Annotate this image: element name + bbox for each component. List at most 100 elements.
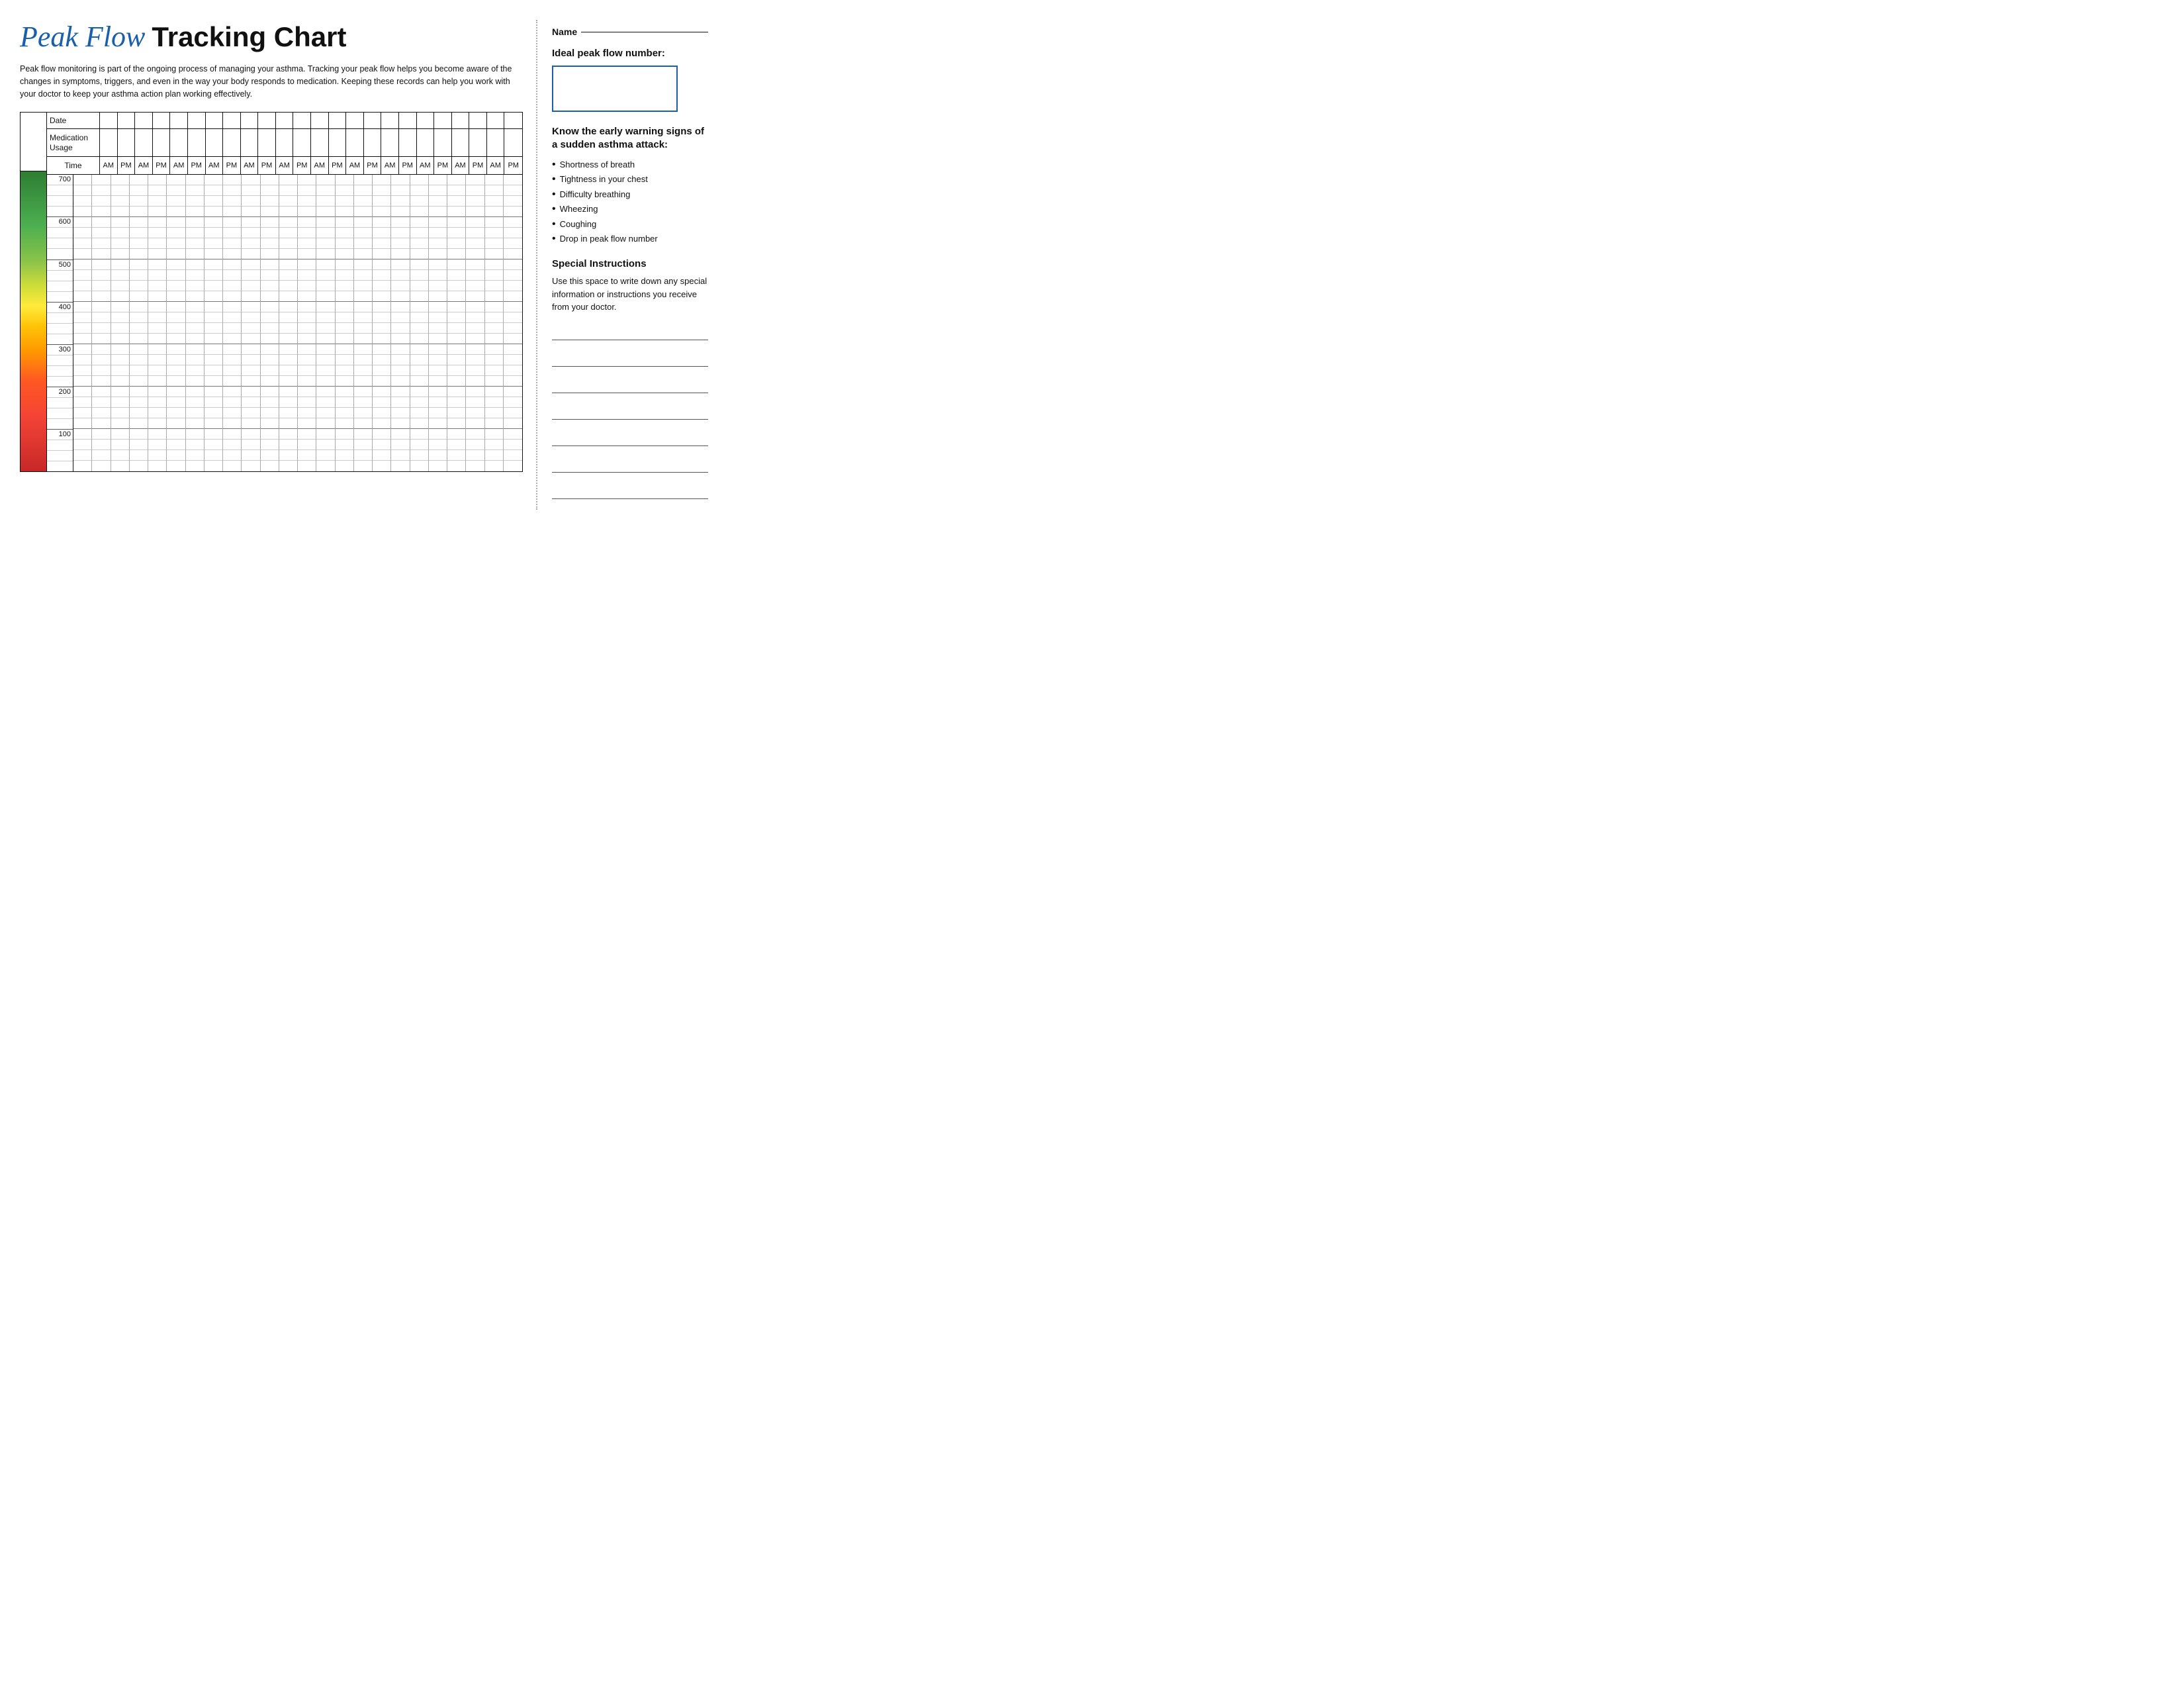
data-cell [447,259,465,270]
data-cell [298,281,316,291]
data-cell [73,355,91,365]
data-cell [354,418,372,429]
data-cell [373,302,390,312]
data-col [316,175,335,471]
ideal-flow-box[interactable] [552,66,678,112]
data-cell [92,302,110,312]
data-cell [410,238,428,249]
data-cell [73,344,91,355]
data-cell [130,440,148,450]
data-cell [242,387,259,397]
data-cell [111,270,129,281]
data-cell [111,175,129,185]
data-cell [410,408,428,418]
data-cell [261,228,279,238]
data-grid [73,175,522,471]
data-cell [223,302,241,312]
data-cell [73,418,91,429]
write-line-1[interactable] [552,324,708,340]
data-cell [354,387,372,397]
data-cell [466,397,484,408]
data-cell [261,270,279,281]
data-cell [429,376,447,387]
data-cell [504,196,522,207]
data-cell [354,249,372,259]
data-cell [466,217,484,228]
data-cell [485,312,503,323]
data-col [261,175,279,471]
write-line-4[interactable] [552,404,708,420]
data-cell [447,302,465,312]
data-cell [354,185,372,196]
data-cell [73,217,91,228]
data-cell [316,228,334,238]
data-cell [92,291,110,302]
data-cell [485,302,503,312]
write-line-7[interactable] [552,483,708,499]
data-cell [504,228,522,238]
data-cell [73,196,91,207]
data-cell [485,418,503,429]
data-cell [167,185,185,196]
data-cell [279,429,297,440]
data-cell [167,259,185,270]
data-cell [73,408,91,418]
data-cell [373,238,390,249]
data-cell [148,185,166,196]
data-cell [130,228,148,238]
data-cell [242,334,259,344]
data-cell [373,408,390,418]
data-cell [485,217,503,228]
write-line-6[interactable] [552,457,708,473]
data-cell [148,207,166,217]
data-cell [466,196,484,207]
data-cell [73,365,91,376]
data-cell [205,312,222,323]
right-panel: Name Ideal peak flow number: Know the ea… [536,20,708,510]
data-cell [391,387,409,397]
data-col [130,175,148,471]
data-cell [466,185,484,196]
warning-signs-title: Know the early warning signs of a sudden… [552,125,708,151]
data-cell [373,376,390,387]
chart-body: 700600500400300200100 [47,175,522,471]
data-cell [261,302,279,312]
write-line-2[interactable] [552,351,708,367]
data-cell [186,217,204,228]
data-cell [261,312,279,323]
data-cell [354,196,372,207]
data-cell [223,175,241,185]
data-col [73,175,92,471]
data-cell [92,323,110,334]
data-col [504,175,522,471]
data-cell [354,302,372,312]
data-cell [429,450,447,461]
data-cell [242,418,259,429]
data-cell [391,355,409,365]
data-cell [354,408,372,418]
data-cell [73,387,91,397]
data-cell [223,429,241,440]
write-line-3[interactable] [552,377,708,393]
data-cell [279,302,297,312]
data-cell [130,461,148,471]
write-line-5[interactable] [552,430,708,446]
data-cell [92,185,110,196]
data-cell [354,334,372,344]
data-cell [391,185,409,196]
data-cell [354,270,372,281]
data-cell [485,238,503,249]
data-cell [336,228,353,238]
data-cell [429,302,447,312]
data-cell [504,408,522,418]
data-cell [130,291,148,302]
data-cell [373,397,390,408]
data-cell [148,397,166,408]
data-cell [261,418,279,429]
data-cell [130,408,148,418]
data-cell [130,207,148,217]
data-cell [410,281,428,291]
data-col [410,175,429,471]
data-cell [111,281,129,291]
data-cell [373,461,390,471]
